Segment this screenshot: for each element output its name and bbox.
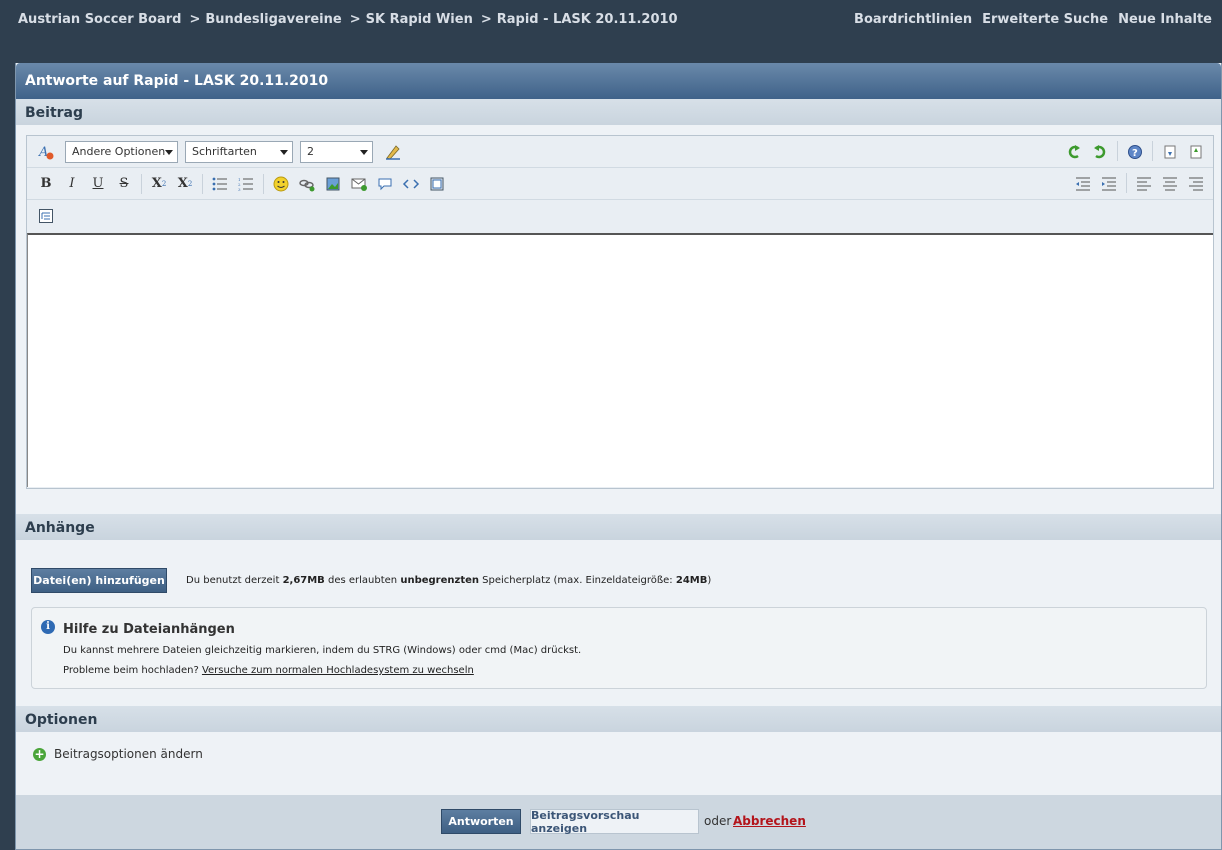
storage-max-size: 24MB bbox=[675, 575, 708, 586]
submit-reply-button[interactable]: Antworten bbox=[441, 809, 521, 834]
other-options-value: Andere Optionen bbox=[72, 144, 166, 158]
help-title: Hilfe zu Dateianhängen bbox=[63, 622, 235, 637]
image-icon[interactable] bbox=[320, 173, 346, 195]
font-family-value: Schriftarten bbox=[192, 144, 257, 158]
storage-info-mid: des erlaubten bbox=[324, 575, 401, 586]
add-files-button[interactable]: Datei(en) hinzufügen bbox=[31, 568, 167, 593]
change-post-options-label: Beitragsoptionen ändern bbox=[54, 747, 203, 761]
message-textarea[interactable] bbox=[27, 233, 1213, 487]
align-right-icon[interactable] bbox=[1183, 173, 1209, 195]
link-neue-inhalte[interactable]: Neue Inhalte bbox=[1118, 12, 1212, 27]
switch-uploader-link[interactable]: Versuche zum normalen Hochladesystem zu … bbox=[202, 665, 474, 676]
storage-info-suffix: Speicherplatz (max. Einzeldateigröße: bbox=[479, 575, 676, 586]
bullet-list-icon[interactable] bbox=[207, 173, 233, 195]
underline-button[interactable]: U bbox=[85, 173, 111, 195]
svg-text:3: 3 bbox=[238, 187, 241, 191]
breadcrumb-separator: > bbox=[480, 12, 492, 27]
text-color-icon[interactable] bbox=[380, 141, 406, 163]
breadcrumb-separator: > bbox=[189, 12, 201, 27]
help-problems-label: Probleme beim hochladen? bbox=[63, 665, 202, 676]
quote-icon[interactable] bbox=[372, 173, 398, 195]
align-center-icon[interactable] bbox=[1157, 173, 1183, 195]
toolbar-row-3 bbox=[27, 200, 1213, 232]
smiley-icon[interactable] bbox=[268, 173, 294, 195]
preview-post-button[interactable]: Beitragsvorschau anzeigen bbox=[530, 809, 699, 835]
breadcrumb-item-rapid[interactable]: SK Rapid Wien bbox=[366, 12, 473, 27]
storage-info: Du benutzt derzeit 2,67MB des erlaubten … bbox=[186, 575, 711, 586]
email-icon[interactable] bbox=[346, 173, 372, 195]
code-icon[interactable] bbox=[398, 173, 424, 195]
toolbar-row-1: A Andere Optionen Schriftarten 2 ? bbox=[27, 136, 1213, 168]
svg-text:?: ? bbox=[1132, 148, 1138, 159]
breadcrumb-item-bundesligavereine[interactable]: Bundesligavereine bbox=[205, 12, 341, 27]
align-left-icon[interactable] bbox=[1131, 173, 1157, 195]
help-text-multiselect: Du kannst mehrere Dateien gleichzeitig m… bbox=[63, 645, 582, 656]
link-icon[interactable] bbox=[294, 173, 320, 195]
subscript-label: X bbox=[151, 176, 162, 191]
outdent-icon[interactable] bbox=[1070, 173, 1096, 195]
expand-editor-icon[interactable] bbox=[1183, 141, 1209, 163]
superscript-label: X bbox=[177, 176, 188, 191]
section-optionen-heading: Optionen bbox=[16, 706, 1221, 732]
info-icon: i bbox=[41, 620, 55, 634]
superscript-button[interactable]: X2 bbox=[172, 173, 198, 195]
link-erweiterte-suche[interactable]: Erweiterte Suche bbox=[982, 12, 1108, 27]
top-links: Boardrichtlinien Erweiterte Suche Neue I… bbox=[844, 12, 1212, 27]
storage-quota: unbegrenzten bbox=[400, 575, 479, 586]
strikethrough-button[interactable]: S bbox=[111, 173, 137, 195]
html-code-icon[interactable] bbox=[424, 173, 450, 195]
toggle-source-icon[interactable] bbox=[33, 205, 59, 227]
storage-info-end: ) bbox=[707, 575, 712, 586]
font-family-dropdown[interactable]: Schriftarten bbox=[185, 140, 293, 163]
plus-circle-icon: + bbox=[33, 746, 46, 761]
reply-panel: Antworte auf Rapid - LASK 20.11.2010 Bei… bbox=[15, 63, 1222, 850]
breadcrumb-item-board[interactable]: Austrian Soccer Board bbox=[18, 12, 181, 27]
cancel-link[interactable]: Abbrechen bbox=[733, 814, 806, 828]
remove-format-icon[interactable]: A bbox=[33, 141, 59, 163]
change-post-options[interactable]: + Beitragsoptionen ändern bbox=[33, 747, 203, 761]
rich-text-editor: A Andere Optionen Schriftarten 2 ? B I U… bbox=[26, 135, 1214, 489]
or-text: oder bbox=[704, 814, 732, 828]
font-size-dropdown[interactable]: 2 bbox=[300, 140, 373, 163]
undo-icon[interactable] bbox=[1061, 141, 1087, 163]
italic-button[interactable]: I bbox=[59, 173, 85, 195]
numbered-list-icon[interactable]: 123 bbox=[233, 173, 259, 195]
indent-icon[interactable] bbox=[1096, 173, 1122, 195]
section-beitrag-heading: Beitrag bbox=[16, 99, 1221, 125]
attachment-help-box: i Hilfe zu Dateianhängen Du kannst mehre… bbox=[31, 607, 1207, 689]
link-boardrichtlinien[interactable]: Boardrichtlinien bbox=[854, 12, 972, 27]
panel-title: Antworte auf Rapid - LASK 20.11.2010 bbox=[16, 63, 1221, 99]
font-size-value: 2 bbox=[307, 144, 314, 158]
form-actions: Antworten Beitragsvorschau anzeigen oder… bbox=[16, 795, 1221, 849]
toolbar-row-2: B I U S X2 X2 123 bbox=[27, 168, 1213, 200]
svg-text:A: A bbox=[38, 145, 48, 160]
other-options-dropdown[interactable]: Andere Optionen bbox=[65, 140, 178, 163]
section-anhaenge-heading: Anhänge bbox=[16, 514, 1221, 540]
subscript-button[interactable]: X2 bbox=[146, 173, 172, 195]
storage-used: 2,67MB bbox=[282, 575, 325, 586]
breadcrumb: Austrian Soccer Board > Bundesligaverein… bbox=[18, 12, 684, 27]
help-icon[interactable]: ? bbox=[1122, 141, 1148, 163]
breadcrumb-item-thread[interactable]: Rapid - LASK 20.11.2010 bbox=[497, 12, 678, 27]
help-text-problems: Probleme beim hochladen? Versuche zum no… bbox=[63, 665, 474, 676]
redo-icon[interactable] bbox=[1087, 141, 1113, 163]
shrink-editor-icon[interactable] bbox=[1157, 141, 1183, 163]
bold-button[interactable]: B bbox=[33, 173, 59, 195]
storage-info-prefix: Du benutzt derzeit bbox=[186, 575, 283, 586]
breadcrumb-separator: > bbox=[349, 12, 361, 27]
top-navigation: Austrian Soccer Board > Bundesligaverein… bbox=[0, 0, 1222, 63]
